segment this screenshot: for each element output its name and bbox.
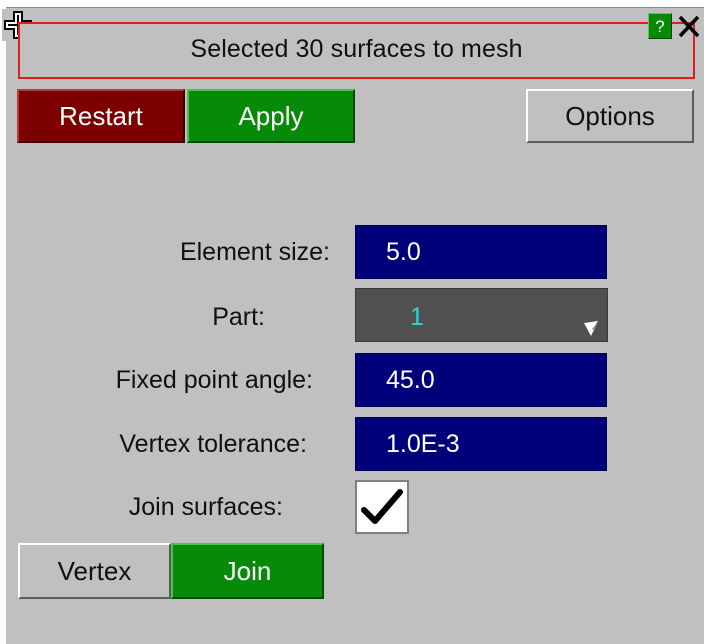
- apply-button-label: Apply: [238, 101, 304, 131]
- help-button[interactable]: ?: [648, 13, 672, 39]
- vertex-tolerance-label: Vertex tolerance:: [119, 430, 307, 458]
- vertex-tab[interactable]: Vertex: [18, 543, 171, 599]
- options-button[interactable]: Options: [526, 89, 694, 143]
- part-select[interactable]: 1: [355, 288, 608, 342]
- fixed-point-angle-label: Fixed point angle:: [115, 366, 313, 394]
- apply-button[interactable]: Apply: [187, 89, 355, 143]
- element-size-label: Element size:: [179, 238, 330, 266]
- restart-button[interactable]: Restart: [17, 89, 185, 143]
- close-icon[interactable]: [676, 12, 702, 40]
- vertex-tolerance-field[interactable]: 1.0E-3: [355, 417, 607, 471]
- options-button-label: Options: [565, 101, 655, 131]
- checkmark-icon: [361, 489, 403, 524]
- panel-top-border: [0, 0, 704, 8]
- join-surfaces-label: Join surfaces:: [128, 493, 283, 521]
- restart-button-label: Restart: [59, 101, 143, 131]
- mesh-panel: Selected 30 surfaces to mesh ? Restart A…: [0, 0, 704, 644]
- title-bar: Selected 30 surfaces to mesh: [18, 22, 695, 79]
- dropdown-arrow-icon: [584, 321, 598, 336]
- part-value: 1: [410, 303, 424, 331]
- join-surfaces-checkbox[interactable]: [355, 480, 409, 534]
- panel-title: Selected 30 surfaces to mesh: [190, 35, 523, 63]
- join-tab-label: Join: [223, 556, 272, 586]
- element-size-field[interactable]: 5.0: [355, 225, 607, 279]
- join-tab[interactable]: Join: [171, 543, 324, 599]
- fixed-point-angle-field[interactable]: 45.0: [355, 353, 607, 407]
- part-label: Part:: [212, 303, 265, 331]
- vertex-tab-label: Vertex: [57, 556, 132, 586]
